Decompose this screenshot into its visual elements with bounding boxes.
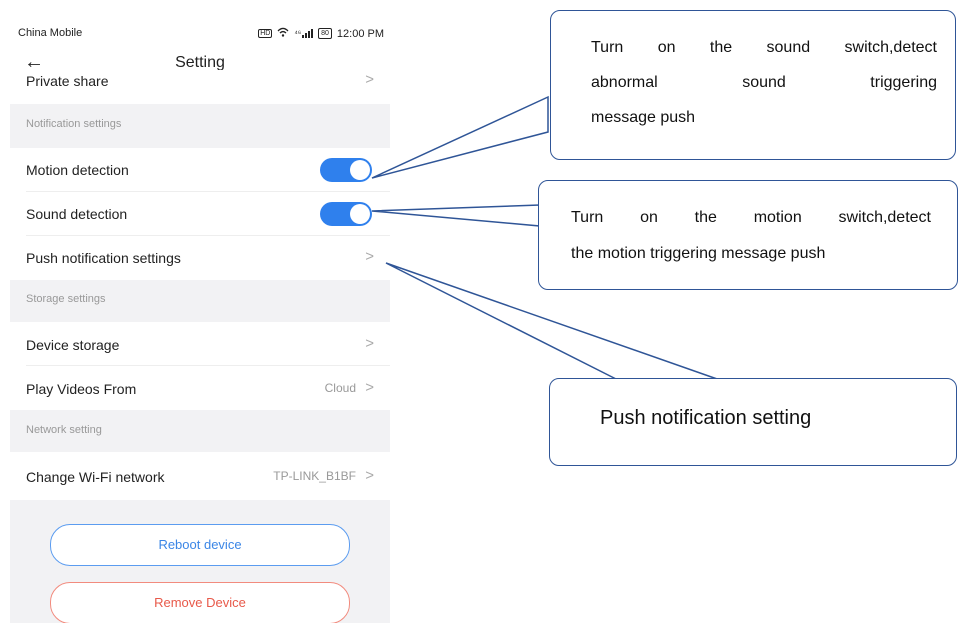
row-label: Play Videos From	[26, 381, 137, 397]
section-title: Storage settings	[26, 293, 106, 305]
row-label: Device storage	[26, 337, 120, 353]
time-label: 12:00 PM	[336, 27, 384, 40]
remove-device-button[interactable]: Remove Device	[50, 582, 350, 623]
toggle-knob	[350, 204, 370, 224]
push-callout-text: Push notification setting	[600, 407, 812, 429]
row-label: Push notification settings	[26, 250, 181, 266]
row-play-videos-from[interactable]: Play Videos From Cloud >	[10, 366, 390, 410]
row-value: TP-LINK_B1BF	[273, 469, 356, 483]
hd-icon: HD	[258, 29, 273, 38]
push-callout: Push notification setting	[549, 378, 957, 466]
sound-callout-line-3: message push	[591, 109, 696, 126]
footer-actions: Reboot device Remove Device	[10, 500, 390, 623]
sound-callout: Turn on the sound switch,detect abnormal…	[550, 10, 956, 160]
row-change-wifi[interactable]: Change Wi-Fi network TP-LINK_B1BF >	[10, 452, 390, 500]
section-notification: Notification settings	[10, 104, 390, 148]
chevron-right-icon: >	[365, 467, 374, 484]
phone-screen: China Mobile HD ⁴⁶ 80 12:00 PM ← Setting…	[10, 22, 390, 623]
row-label: Sound detection	[26, 206, 128, 222]
section-title: Network setting	[26, 424, 102, 436]
reboot-device-button[interactable]: Reboot device	[50, 524, 350, 566]
section-storage: Storage settings	[10, 280, 390, 322]
chevron-right-icon: >	[365, 71, 374, 88]
sound-callout-pointer	[371, 95, 549, 179]
section-title: Notification settings	[26, 118, 122, 130]
wifi-icon	[277, 27, 289, 40]
row-label: Motion detection	[26, 162, 129, 178]
signal-icon: ⁴⁶	[294, 29, 314, 38]
toggle-knob	[350, 160, 370, 180]
row-device-storage[interactable]: Device storage >	[10, 322, 390, 366]
motion-callout: Turn on the motion switch,detect the mot…	[538, 180, 958, 290]
chevron-right-icon: >	[365, 248, 374, 265]
motion-callout-pointer	[371, 204, 541, 227]
status-icons: HD ⁴⁶ 80 12:00 PM	[258, 27, 384, 40]
carrier-label: China Mobile	[18, 27, 83, 39]
status-bar: China Mobile HD ⁴⁶ 80 12:00 PM	[10, 22, 390, 48]
sound-callout-line-1: Turn on the sound switch,detect	[591, 39, 937, 56]
section-network: Network setting	[10, 410, 390, 452]
sound-callout-line-2: abnormal sound triggering	[591, 74, 937, 91]
signal-label: ⁴⁶	[294, 29, 302, 38]
motion-callout-line-2: the motion triggering message push	[571, 245, 826, 262]
motion-detection-toggle[interactable]	[320, 158, 372, 182]
chevron-right-icon: >	[365, 379, 374, 396]
row-value: Cloud	[324, 381, 356, 395]
row-label: Private share	[26, 73, 109, 89]
sound-detection-toggle[interactable]	[320, 202, 372, 226]
battery-icon: 80	[318, 28, 332, 39]
battery-level: 80	[321, 30, 329, 37]
row-label: Change Wi-Fi network	[26, 469, 165, 485]
row-push-notification-settings[interactable]: Push notification settings >	[10, 236, 390, 280]
chevron-right-icon: >	[365, 335, 374, 352]
row-sound-detection: Sound detection	[10, 192, 390, 236]
motion-callout-line-1: Turn on the motion switch,detect	[571, 209, 931, 226]
row-motion-detection: Motion detection	[10, 148, 390, 192]
row-private-share[interactable]: Private share >	[10, 70, 390, 94]
